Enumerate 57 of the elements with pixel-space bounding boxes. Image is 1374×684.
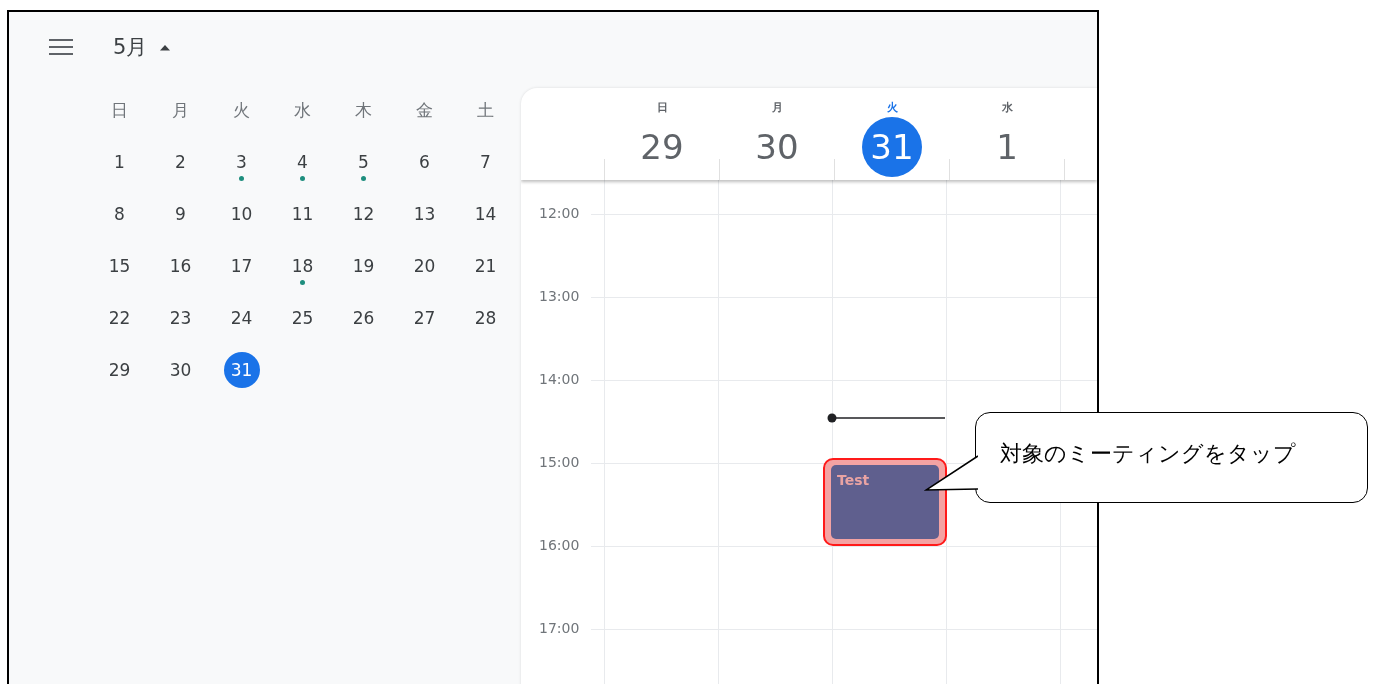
time-label: 16:00 (539, 537, 580, 553)
time-label: 13:00 (539, 288, 580, 304)
time-label: 17:00 (539, 620, 580, 636)
calendar-day[interactable]: 21 (467, 248, 504, 284)
calendar-day[interactable]: 28 (467, 300, 504, 336)
time-label: 15:00 (539, 454, 580, 470)
calendar-day[interactable]: 12 (345, 196, 382, 232)
weekday-label: 木 (354, 98, 373, 122)
weekday-label: 金 (415, 98, 434, 122)
calendar-day[interactable]: 22 (101, 300, 138, 336)
calendar-day[interactable]: 29 (101, 352, 138, 388)
menu-icon[interactable] (49, 39, 73, 55)
weekday-label: 日 (110, 98, 129, 122)
calendar-day[interactable]: 8 (101, 196, 138, 232)
calendar-day[interactable]: 5 (345, 144, 382, 180)
weekday-label: 土 (476, 98, 495, 122)
calendar-day[interactable]: 17 (223, 248, 260, 284)
calendar-day[interactable]: 26 (345, 300, 382, 336)
calendar-day[interactable]: 2 (162, 144, 199, 180)
calendar-day[interactable]: 4 (284, 144, 321, 180)
event-title: Test (837, 472, 870, 488)
calendar-day[interactable]: 30 (162, 352, 199, 388)
weekday-label: 火 (232, 98, 251, 122)
calendar-day[interactable]: 15 (101, 248, 138, 284)
calendar-day[interactable]: 14 (467, 196, 504, 232)
calendar-day[interactable]: 20 (406, 248, 443, 284)
date-number[interactable]: 1 (977, 117, 1037, 177)
weekday-label: 月 (171, 98, 190, 122)
month-title[interactable]: 5月 (113, 33, 148, 61)
weekday-label: 水 (293, 98, 312, 122)
caret-icon[interactable] (159, 43, 172, 51)
date-number[interactable]: 29 (632, 117, 692, 177)
time-label: 12:00 (539, 205, 580, 221)
calendar-day[interactable]: 31 (223, 352, 260, 388)
calendar-day[interactable]: 7 (467, 144, 504, 180)
weekday-label: 水 (1001, 100, 1013, 115)
calendar-day[interactable]: 1 (101, 144, 138, 180)
calendar-day[interactable]: 23 (162, 300, 199, 336)
weekday-label: 日 (656, 100, 668, 115)
calendar-day[interactable]: 25 (284, 300, 321, 336)
calendar-day[interactable]: 13 (406, 196, 443, 232)
calendar-day[interactable]: 6 (406, 144, 443, 180)
calendar-day[interactable]: 27 (406, 300, 443, 336)
calendar-day[interactable]: 10 (223, 196, 260, 232)
date-number[interactable]: 30 (747, 117, 807, 177)
weekday-label: 火 (886, 100, 898, 115)
calendar-day[interactable]: 18 (284, 248, 321, 284)
calendar-day[interactable]: 11 (284, 196, 321, 232)
calendar-day[interactable]: 3 (223, 144, 260, 180)
time-label: 14:00 (539, 371, 580, 387)
weekday-label: 月 (771, 100, 783, 115)
callout-text: 対象のミーティングをタップ (1000, 439, 1296, 468)
date-number[interactable]: 31 (862, 117, 922, 177)
calendar-day[interactable]: 16 (162, 248, 199, 284)
calendar-day[interactable]: 9 (162, 196, 199, 232)
calendar-day[interactable]: 24 (223, 300, 260, 336)
calendar-day[interactable]: 19 (345, 248, 382, 284)
